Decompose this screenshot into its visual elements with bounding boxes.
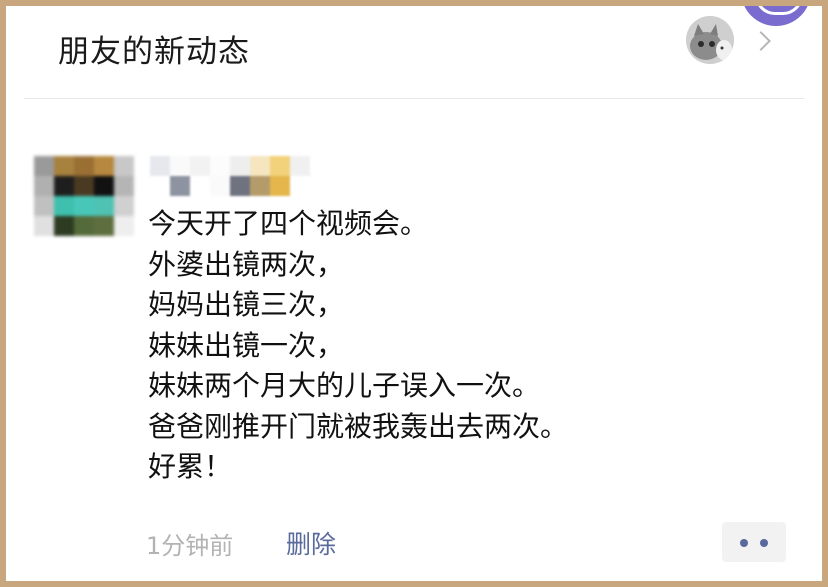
- post-line: 妈妈出镜三次，: [148, 288, 345, 321]
- more-options-button[interactable]: [722, 522, 786, 562]
- post-line: 今天开了四个视频会。: [148, 207, 429, 240]
- post-line: 妹妹出镜一次，: [148, 328, 345, 362]
- chevron-right-icon[interactable]: [751, 31, 771, 51]
- post-line: 外婆出镜两次，: [148, 247, 345, 281]
- friend-avatar[interactable]: [686, 16, 734, 64]
- more-dots-icon: [760, 539, 768, 547]
- post-author-name[interactable]: [150, 156, 320, 196]
- post-line: 爸爸刚推开门就被我轰出去两次。: [148, 409, 569, 443]
- more-dots-icon: [740, 539, 748, 547]
- post-line: 好累！: [148, 450, 233, 483]
- post-content: 今天开了四个视频会。 外婆出镜两次， 妈妈出镜三次， 妹妹出镜一次， 妹妹两个月…: [148, 204, 808, 488]
- divider: [24, 98, 804, 99]
- page-title: 朋友的新动态: [58, 34, 250, 70]
- post-line: 妹妹两个月大的儿子误入一次。: [148, 369, 541, 402]
- post-timestamp: 1分钟前: [146, 532, 234, 560]
- floating-badge-icon[interactable]: [741, 6, 811, 26]
- moments-card: 朋友的新动态 今天开了四个视频会。 外婆出镜两次， 妈妈出镜三次， 妹妹出镜一次…: [6, 6, 822, 581]
- delete-link[interactable]: 删除: [286, 525, 336, 561]
- post-author-avatar[interactable]: [34, 156, 134, 236]
